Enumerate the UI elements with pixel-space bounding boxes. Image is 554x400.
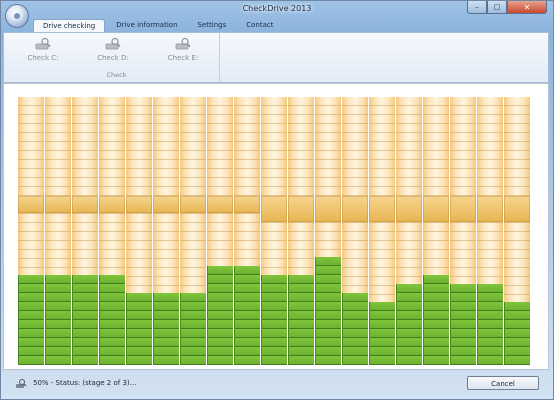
sector-processing-band <box>369 196 395 222</box>
sector-processing-band <box>504 196 530 222</box>
sector-column <box>342 97 368 365</box>
title-bar[interactable]: CheckDrive 2013 – □ ✕ <box>1 1 553 28</box>
sector-column <box>72 97 98 365</box>
sector-progress-grid <box>18 97 538 365</box>
minimize-button[interactable]: – <box>467 1 487 14</box>
ribbon-panel: Check C: Check D: Check E: Check <box>3 32 549 83</box>
tab-drive-checking[interactable]: Drive checking <box>33 19 106 33</box>
sector-processing-band <box>18 196 44 213</box>
sector-processing-band <box>72 196 98 213</box>
sector-processing-band <box>342 196 368 222</box>
sector-processing-band <box>180 196 206 213</box>
drive-check-icon <box>35 37 51 50</box>
sector-column <box>423 97 449 365</box>
sector-column <box>99 97 125 365</box>
drive-check-icon <box>105 37 121 50</box>
sector-done-fill <box>342 293 368 365</box>
sector-column <box>180 97 206 365</box>
sector-done-fill <box>180 293 206 365</box>
sector-column <box>369 97 395 365</box>
tab-contact[interactable]: Contact <box>237 19 282 32</box>
content-area <box>3 83 549 370</box>
sector-processing-band <box>153 196 179 213</box>
cancel-button[interactable]: Cancel <box>467 376 539 390</box>
sector-done-fill <box>315 257 341 365</box>
sector-done-fill <box>207 266 233 365</box>
sector-done-fill <box>396 284 422 365</box>
tab-drive-information[interactable]: Drive information <box>107 19 186 32</box>
maximize-button[interactable]: □ <box>487 1 507 14</box>
sector-processing-band <box>477 196 503 222</box>
status-bar: 50% - Status: (stage 2 of 3)... Cancel <box>3 373 549 395</box>
sector-column <box>450 97 476 365</box>
sector-column <box>207 97 233 365</box>
sector-done-fill <box>450 284 476 365</box>
sector-done-fill <box>234 266 260 365</box>
check-e-button[interactable]: Check E: <box>160 37 206 62</box>
check-e-label: Check E: <box>167 54 199 62</box>
window-controls: – □ ✕ <box>467 1 547 15</box>
sector-column <box>315 97 341 365</box>
sector-done-fill <box>423 275 449 365</box>
sector-done-fill <box>18 275 44 365</box>
status-text: 50% - Status: (stage 2 of 3)... <box>33 379 137 387</box>
sector-column <box>18 97 44 365</box>
app-window: CheckDrive 2013 – □ ✕ Drive checking Dri… <box>0 0 554 400</box>
sector-done-fill <box>153 293 179 365</box>
sector-column <box>153 97 179 365</box>
drive-check-icon <box>175 37 191 50</box>
sector-done-fill <box>126 293 152 365</box>
sector-column <box>126 97 152 365</box>
sector-done-fill <box>477 284 503 365</box>
sector-processing-band <box>234 196 260 213</box>
sector-processing-band <box>126 196 152 213</box>
sector-done-fill <box>45 275 71 365</box>
check-group: Check C: Check D: Check E: Check <box>14 33 220 82</box>
check-c-label: Check C: <box>27 54 59 62</box>
sector-processing-band <box>207 196 233 213</box>
sector-done-fill <box>261 275 287 365</box>
check-group-label: Check <box>106 71 127 79</box>
sector-processing-band <box>450 196 476 222</box>
check-d-label: Check D: <box>97 54 129 62</box>
sector-column <box>45 97 71 365</box>
check-c-button[interactable]: Check C: <box>20 37 66 62</box>
sector-done-fill <box>504 302 530 365</box>
sector-column <box>504 97 530 365</box>
ribbon-tabs: Drive checking Drive information Setting… <box>33 19 284 33</box>
sector-processing-band <box>99 196 125 213</box>
sector-done-fill <box>369 302 395 365</box>
sector-column <box>261 97 287 365</box>
sector-done-fill <box>99 275 125 365</box>
magnifier-drive-icon <box>16 379 27 388</box>
sector-processing-band <box>261 196 287 222</box>
close-button[interactable]: ✕ <box>507 1 547 14</box>
sector-done-fill <box>288 275 314 365</box>
sector-processing-band <box>315 196 341 222</box>
check-d-button[interactable]: Check D: <box>90 37 136 62</box>
sector-column <box>396 97 422 365</box>
sector-processing-band <box>396 196 422 222</box>
sector-column <box>477 97 503 365</box>
tab-settings[interactable]: Settings <box>189 19 236 32</box>
sector-done-fill <box>72 275 98 365</box>
sector-processing-band <box>423 196 449 222</box>
sector-column <box>234 97 260 365</box>
sector-processing-band <box>45 196 71 213</box>
sector-column <box>288 97 314 365</box>
sector-processing-band <box>288 196 314 222</box>
